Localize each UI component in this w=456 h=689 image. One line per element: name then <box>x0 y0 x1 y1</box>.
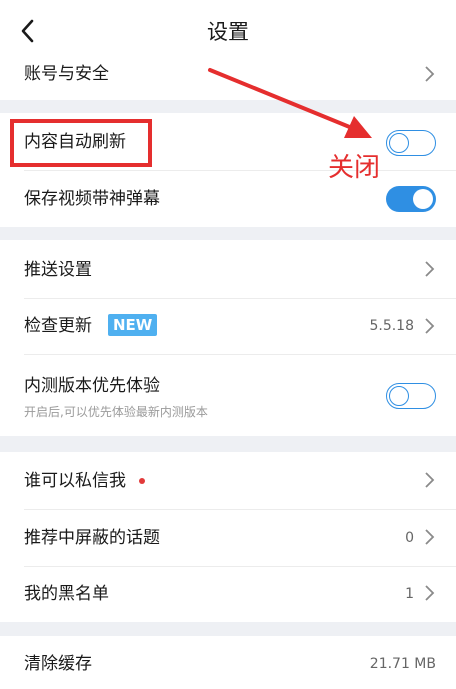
push-settings-row[interactable]: 推送设置 <box>0 240 456 298</box>
save-barrage-toggle[interactable] <box>386 186 436 212</box>
notification-dot <box>139 478 145 484</box>
account-security-row[interactable]: 账号与安全 <box>0 62 456 100</box>
privacy-section: 谁可以私信我 推荐中屏蔽的话题 0 我的黑名单 1 <box>0 452 456 622</box>
push-settings-label: 推送设置 <box>24 260 92 280</box>
new-badge: NEW <box>108 314 158 336</box>
beta-label: 内测版本优先体验 <box>24 376 160 396</box>
check-update-label: 检查更新 <box>24 316 92 336</box>
toggle-knob <box>389 385 409 406</box>
update-section: 推送设置 检查更新 NEW 5.5.18 内测版本优先体验 开启后,可以优先体验… <box>0 240 456 436</box>
blacklist-label: 我的黑名单 <box>24 584 109 604</box>
private-message-label: 谁可以私信我 <box>24 471 126 491</box>
clear-cache-row[interactable]: 清除缓存 21.71 MB <box>0 636 456 689</box>
account-section: 账号与安全 <box>0 62 456 100</box>
auto-refresh-toggle[interactable] <box>386 130 436 156</box>
chevron-right-icon <box>425 261 435 277</box>
blacklist-row[interactable]: 我的黑名单 1 <box>0 566 456 622</box>
chevron-right-icon <box>425 66 435 82</box>
annotation-label: 关闭 <box>328 153 381 183</box>
page-title: 设置 <box>207 20 249 44</box>
blocked-topics-row[interactable]: 推荐中屏蔽的话题 0 <box>0 509 456 566</box>
chevron-right-icon <box>425 318 435 334</box>
beta-row[interactable]: 内测版本优先体验 开启后,可以优先体验最新内测版本 <box>0 354 456 436</box>
blocked-topics-count: 0 <box>405 530 414 546</box>
top-bar: 设置 <box>0 0 456 62</box>
check-update-row[interactable]: 检查更新 NEW 5.5.18 <box>0 298 456 354</box>
beta-sublabel: 开启后,可以优先体验最新内测版本 <box>24 405 208 419</box>
cache-size-value: 21.71 MB <box>369 656 436 672</box>
save-barrage-label: 保存视频带神弹幕 <box>24 189 160 209</box>
chevron-right-icon <box>425 472 435 488</box>
toggle-knob <box>389 132 409 153</box>
beta-toggle[interactable] <box>386 383 436 409</box>
toggle-knob <box>413 189 433 209</box>
cache-section: 清除缓存 21.71 MB <box>0 636 456 689</box>
chevron-right-icon <box>425 529 435 545</box>
save-barrage-row[interactable]: 保存视频带神弹幕 <box>0 170 456 227</box>
chevron-right-icon <box>425 585 435 601</box>
clear-cache-label: 清除缓存 <box>24 654 92 674</box>
account-security-label: 账号与安全 <box>24 64 109 84</box>
blacklist-count: 1 <box>405 586 414 602</box>
blocked-topics-label: 推荐中屏蔽的话题 <box>24 528 160 548</box>
version-value: 5.5.18 <box>369 318 414 334</box>
private-message-row[interactable]: 谁可以私信我 <box>0 452 456 509</box>
annotation-highlight-box <box>10 119 152 167</box>
